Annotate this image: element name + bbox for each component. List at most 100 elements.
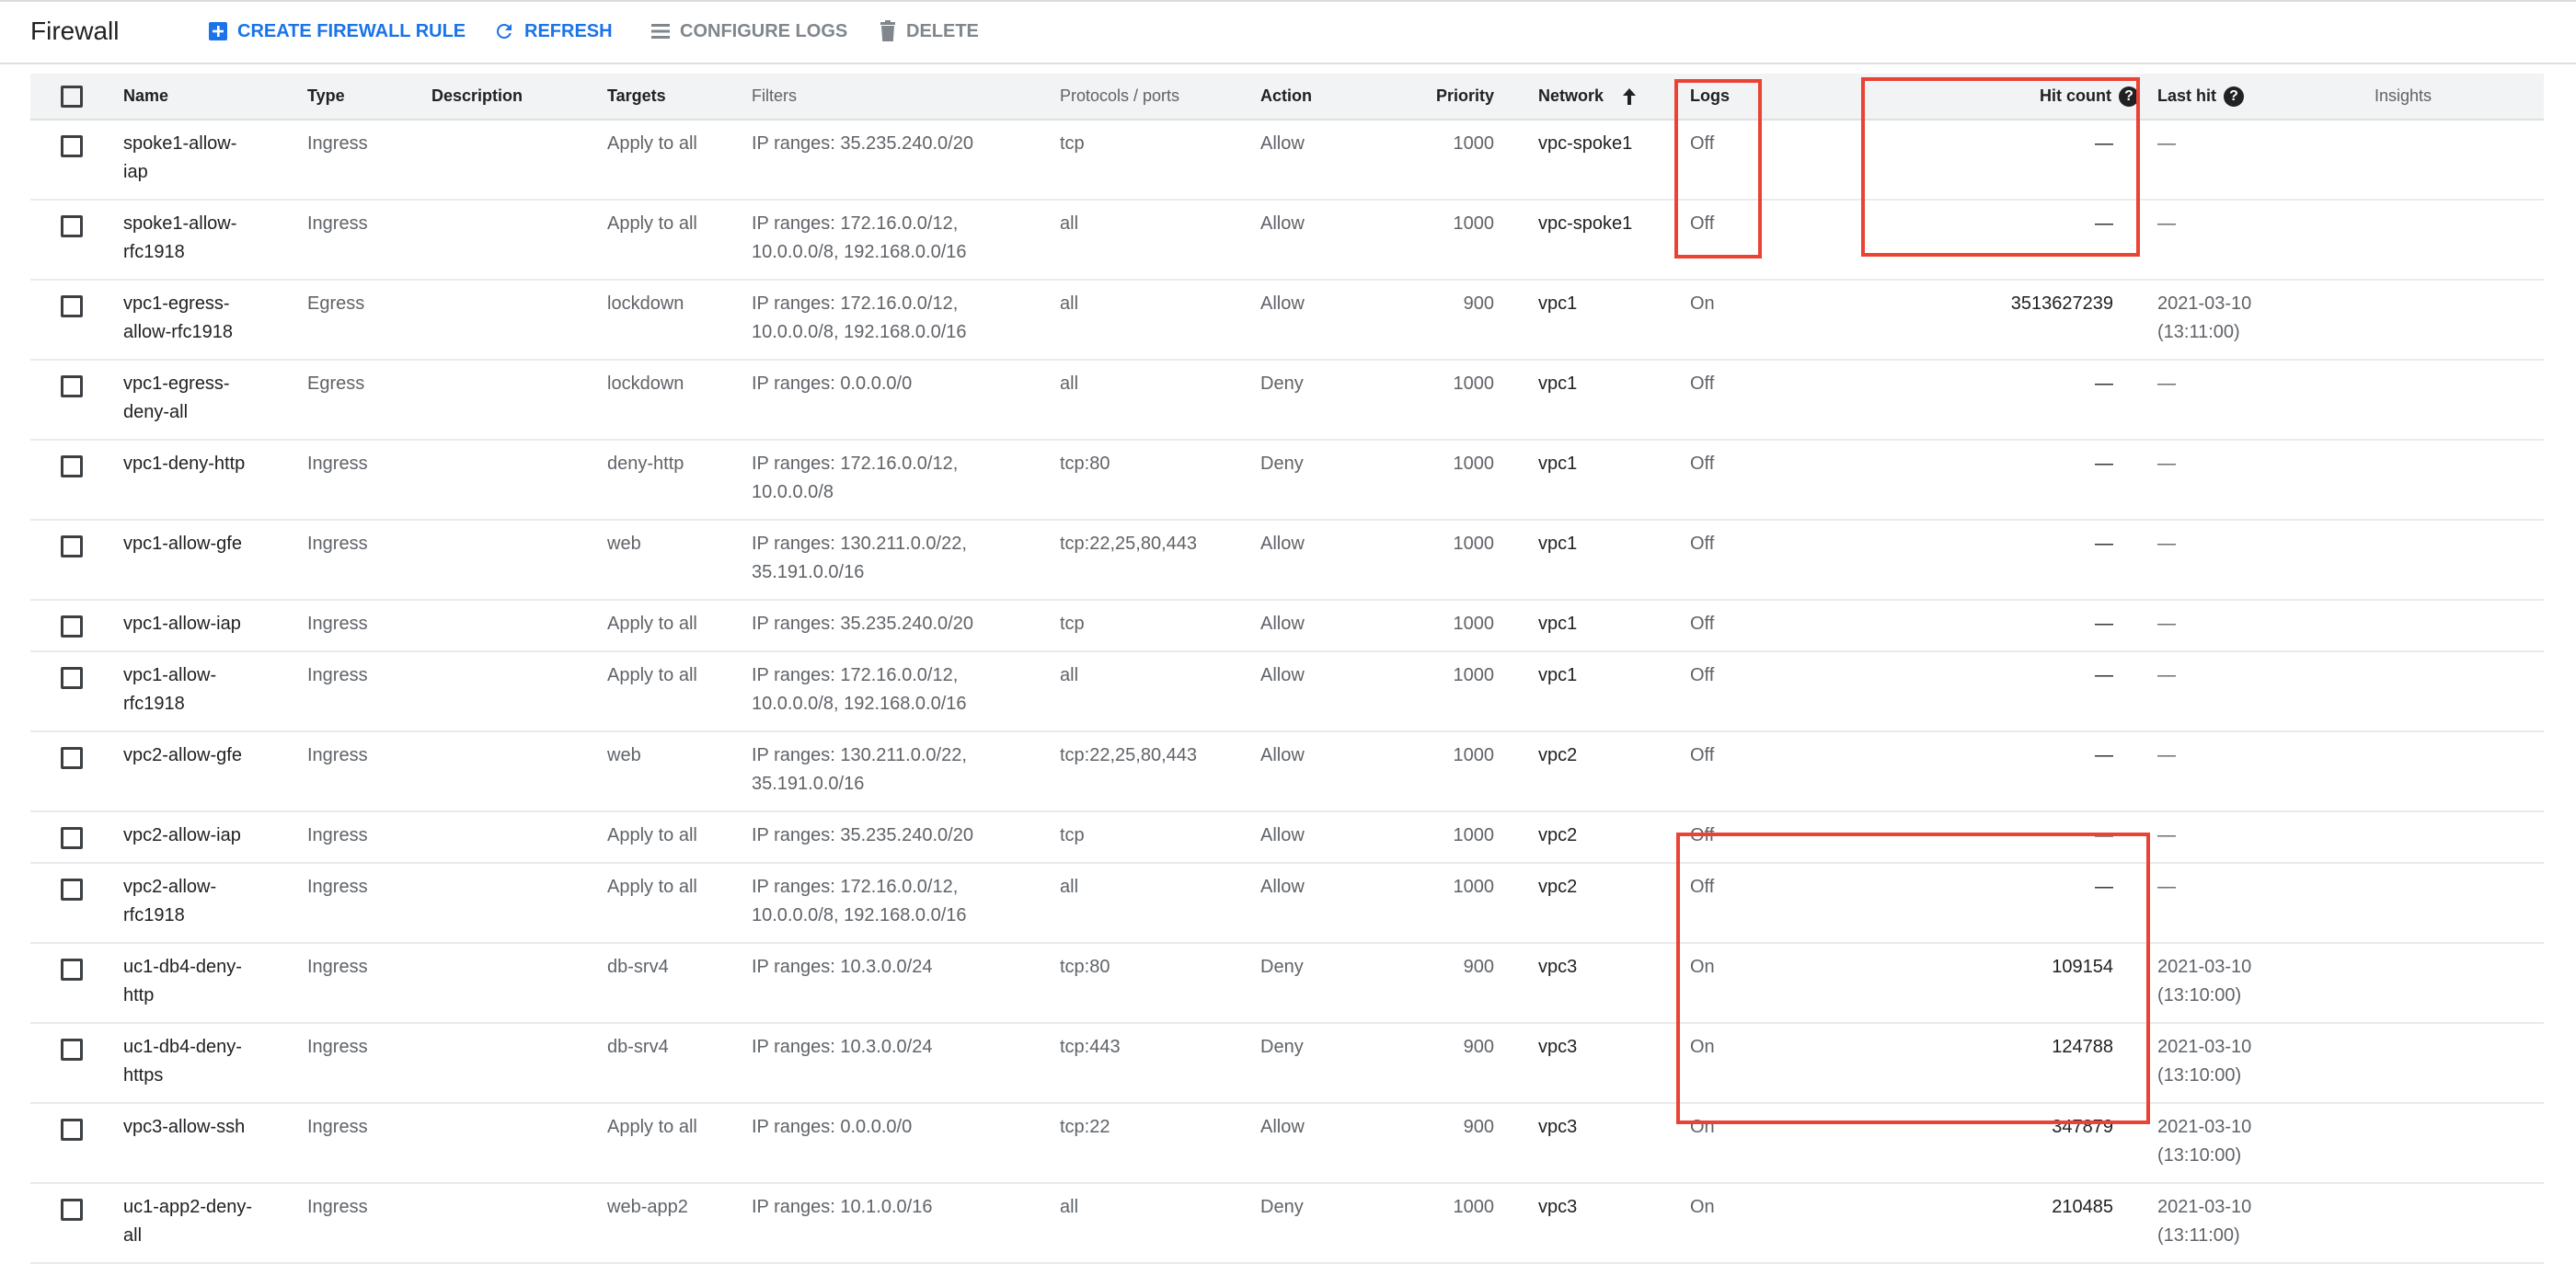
rule-name-cell[interactable]: vpc1-egress-deny-all bbox=[123, 360, 307, 440]
rule-name-cell[interactable]: vpc2-allow-iap bbox=[123, 811, 307, 863]
rule-name-cell[interactable]: vpc1-egress-allow-rfc1918 bbox=[123, 280, 307, 360]
header-hit-count[interactable]: Hit count ? bbox=[1811, 74, 2157, 121]
configure-logs-button[interactable]: CONFIGURE LOGS bbox=[650, 15, 847, 48]
rule-priority: 1000 bbox=[1453, 665, 1495, 685]
rule-name-cell[interactable]: uc1-app2-deny-all bbox=[123, 1183, 307, 1263]
row-checkbox[interactable] bbox=[61, 534, 83, 557]
rule-name-cell[interactable]: uc1-db4-deny-http bbox=[123, 943, 307, 1023]
header-last-hit[interactable]: Last hit ? bbox=[2157, 74, 2375, 121]
row-checkbox[interactable] bbox=[61, 878, 83, 901]
rule-name-cell[interactable]: spoke1-allow-iap bbox=[123, 120, 307, 200]
table-row[interactable]: vpc3-allow-ssh Ingress Apply to all IP rang… bbox=[30, 1103, 2544, 1183]
rule-network[interactable]: vpc1 bbox=[1538, 520, 1690, 600]
rule-last-hit-line: 2021-03-10 bbox=[2157, 1117, 2252, 1137]
rule-network[interactable]: vpc3 bbox=[1538, 1103, 1690, 1183]
rule-filters-line: IP ranges: 130.211.0.0/22, bbox=[752, 534, 967, 554]
rule-network[interactable]: vpc1 bbox=[1538, 280, 1690, 360]
table-row[interactable]: vpc1-allow-gfe Ingress web IP ranges: 130.2… bbox=[30, 520, 2544, 600]
rule-filters-cell: IP ranges: 10.1.0.0/16 bbox=[752, 1183, 1060, 1263]
row-checkbox[interactable] bbox=[61, 1038, 83, 1061]
rule-type: Ingress bbox=[307, 745, 368, 765]
rule-name-cell[interactable]: vpc1-allow-rfc1918 bbox=[123, 651, 307, 731]
create-firewall-rule-label: CREATE FIREWALL RULE bbox=[237, 20, 466, 41]
rule-network[interactable]: vpc2 bbox=[1538, 731, 1690, 811]
row-checkbox[interactable] bbox=[61, 958, 83, 981]
rule-network[interactable]: vpc1 bbox=[1538, 440, 1690, 520]
rule-filters-line: IP ranges: 10.1.0.0/16 bbox=[752, 1197, 933, 1217]
refresh-button[interactable]: REFRESH bbox=[493, 15, 613, 48]
row-checkbox[interactable] bbox=[61, 746, 83, 769]
rule-name-cell[interactable]: vpc1-deny-http bbox=[123, 440, 307, 520]
row-checkbox[interactable] bbox=[61, 826, 83, 849]
row-checkbox[interactable] bbox=[61, 134, 83, 157]
header-insights: Insights bbox=[2375, 74, 2544, 121]
rule-last-hit-line: 2021-03-10 bbox=[2157, 957, 2252, 977]
rule-network[interactable]: vpc-spoke1 bbox=[1538, 120, 1690, 200]
rule-spacer bbox=[1811, 651, 1975, 731]
rule-network[interactable]: vpc-spoke1 bbox=[1538, 200, 1690, 280]
table-row[interactable]: spoke1-allow-rfc1918 Ingress Apply to all I… bbox=[30, 200, 2544, 280]
table-row[interactable]: vpc1-egress-allow-rfc1918 Egress lockdown I… bbox=[30, 280, 2544, 360]
table-row[interactable]: vpc2-allow-iap Ingress Apply to all IP rang… bbox=[30, 811, 2544, 863]
rule-name-line: rfc1918 bbox=[123, 905, 185, 925]
table-row[interactable]: spoke1-allow-iap Ingress Apply to all IP ra… bbox=[30, 120, 2544, 200]
header-logs[interactable]: Logs bbox=[1690, 74, 1811, 121]
row-checkbox[interactable] bbox=[61, 615, 83, 638]
table-row[interactable]: vpc1-allow-rfc1918 Ingress Apply to all IP … bbox=[30, 651, 2544, 731]
rule-last-hit-cell: — bbox=[2157, 600, 2375, 651]
table-row[interactable]: vpc1-deny-http Ingress deny-http IP ranges:… bbox=[30, 440, 2544, 520]
rule-network[interactable]: vpc1 bbox=[1538, 600, 1690, 651]
rule-logs: Off bbox=[1690, 665, 1715, 685]
header-type[interactable]: Type bbox=[307, 74, 431, 121]
header-targets[interactable]: Targets bbox=[607, 74, 752, 121]
rule-network[interactable]: vpc2 bbox=[1538, 863, 1690, 943]
table-row[interactable]: uc1-db4-deny-http Ingress db-srv4 IP ranges… bbox=[30, 943, 2544, 1023]
table-row[interactable]: uc1-db4-deny-https Ingress db-srv4 IP range… bbox=[30, 1023, 2544, 1103]
delete-button[interactable]: DELETE bbox=[879, 15, 979, 48]
rule-last-hit-cell: — bbox=[2157, 731, 2375, 811]
rule-name-cell[interactable]: spoke1-allow-rfc1918 bbox=[123, 200, 307, 280]
row-checkbox[interactable] bbox=[61, 666, 83, 689]
rule-last-hit-line: (13:10:00) bbox=[2157, 1145, 2242, 1166]
rule-priority: 900 bbox=[1463, 1037, 1494, 1057]
table-row[interactable]: vpc1-allow-iap Ingress Apply to all IP rang… bbox=[30, 600, 2544, 651]
rule-name-line: uc1-db4-deny- bbox=[123, 957, 242, 977]
row-checkbox[interactable] bbox=[61, 374, 83, 397]
rule-filters-line: IP ranges: 172.16.0.0/12, bbox=[752, 454, 959, 474]
rule-name-cell[interactable]: vpc2-allow-rfc1918 bbox=[123, 863, 307, 943]
rule-spacer bbox=[1811, 1023, 1975, 1103]
rule-network[interactable]: vpc3 bbox=[1538, 1023, 1690, 1103]
header-priority[interactable]: Priority bbox=[1412, 74, 1538, 121]
row-checkbox[interactable] bbox=[61, 454, 83, 477]
header-action[interactable]: Action bbox=[1260, 74, 1412, 121]
rule-logs: Off bbox=[1690, 745, 1715, 765]
table-row[interactable]: uc1-app2-deny-all Ingress web-app2 IP range… bbox=[30, 1183, 2544, 1263]
row-checkbox[interactable] bbox=[61, 1198, 83, 1221]
header-description[interactable]: Description bbox=[431, 74, 607, 121]
create-firewall-rule-button[interactable]: CREATE FIREWALL RULE bbox=[208, 15, 466, 48]
table-row[interactable]: vpc1-egress-deny-all Egress lockdown IP ran… bbox=[30, 360, 2544, 440]
hit-count-help-icon[interactable]: ? bbox=[2119, 86, 2139, 107]
rule-network[interactable]: vpc2 bbox=[1538, 811, 1690, 863]
rule-filters-line: IP ranges: 0.0.0.0/0 bbox=[752, 373, 913, 394]
rule-network[interactable]: vpc3 bbox=[1538, 1183, 1690, 1263]
rule-name-cell[interactable]: vpc1-allow-iap bbox=[123, 600, 307, 651]
row-checkbox[interactable] bbox=[61, 214, 83, 237]
rule-name-cell[interactable]: vpc3-allow-ssh bbox=[123, 1103, 307, 1183]
select-all-checkbox[interactable] bbox=[61, 86, 83, 109]
header-name[interactable]: Name bbox=[123, 74, 307, 121]
row-checkbox[interactable] bbox=[61, 1118, 83, 1141]
rule-name-cell[interactable]: uc1-db4-deny-https bbox=[123, 1023, 307, 1103]
rule-network[interactable]: vpc1 bbox=[1538, 651, 1690, 731]
header-hit-count-label: Hit count bbox=[2040, 86, 2111, 105]
rule-network[interactable]: vpc3 bbox=[1538, 943, 1690, 1023]
rule-name-cell[interactable]: vpc2-allow-gfe bbox=[123, 731, 307, 811]
header-network[interactable]: Network bbox=[1538, 74, 1690, 121]
table-row[interactable]: vpc2-allow-gfe Ingress web IP ranges: 130.2… bbox=[30, 731, 2544, 811]
rule-action: Deny bbox=[1260, 454, 1304, 474]
last-hit-help-icon[interactable]: ? bbox=[2224, 86, 2245, 107]
table-row[interactable]: vpc2-allow-rfc1918 Ingress Apply to all IP … bbox=[30, 863, 2544, 943]
rule-name-cell[interactable]: vpc1-allow-gfe bbox=[123, 520, 307, 600]
row-checkbox[interactable] bbox=[61, 294, 83, 317]
rule-network[interactable]: vpc1 bbox=[1538, 360, 1690, 440]
